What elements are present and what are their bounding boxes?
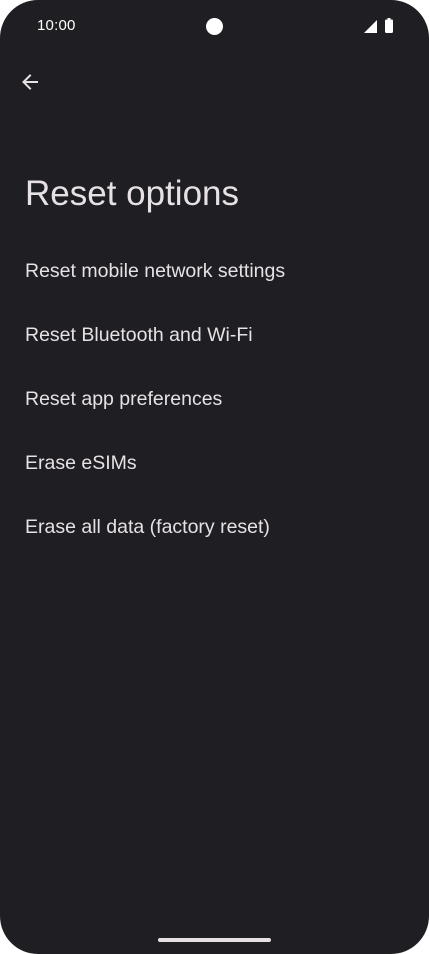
option-label: Reset app preferences — [25, 387, 223, 410]
phone-screen: 10:00 Reset options Reset mobile network… — [0, 0, 429, 954]
camera-cutout — [206, 18, 223, 35]
option-label: Erase eSIMs — [25, 451, 137, 474]
reset-options-list: Reset mobile network settings Reset Blue… — [0, 239, 429, 559]
status-bar: 10:00 — [0, 0, 429, 52]
arrow-back-icon — [22, 74, 38, 90]
battery-icon — [385, 18, 393, 33]
erase-esims-option[interactable]: Erase eSIMs — [0, 431, 429, 495]
reset-bluetooth-wifi-option[interactable]: Reset Bluetooth and Wi-Fi — [0, 303, 429, 367]
option-label: Erase all data (factory reset) — [25, 515, 270, 538]
option-label: Reset Bluetooth and Wi-Fi — [25, 323, 253, 346]
cell-signal-icon — [364, 20, 377, 33]
reset-app-preferences-option[interactable]: Reset app preferences — [0, 367, 429, 431]
factory-reset-option[interactable]: Erase all data (factory reset) — [0, 495, 429, 559]
status-time: 10:00 — [37, 17, 76, 34]
reset-mobile-network-option[interactable]: Reset mobile network settings — [0, 239, 429, 303]
page-title: Reset options — [25, 174, 240, 213]
back-button[interactable] — [12, 64, 48, 100]
option-label: Reset mobile network settings — [25, 259, 286, 282]
home-indicator[interactable] — [158, 938, 271, 942]
